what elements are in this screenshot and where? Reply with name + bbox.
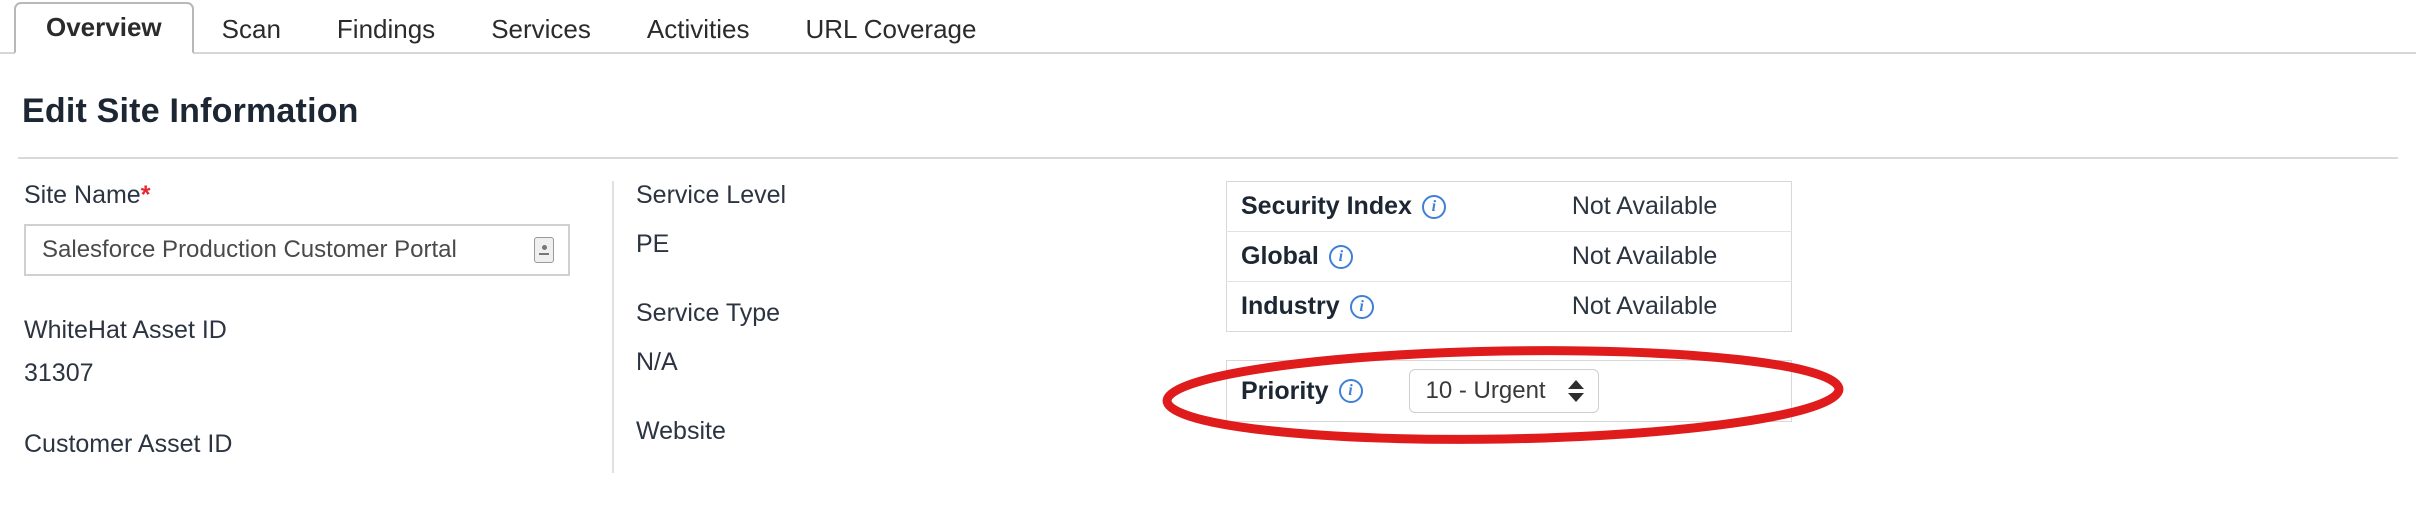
table-row: Global i Not Available bbox=[1226, 232, 1792, 282]
metric-value-industry: Not Available bbox=[1571, 292, 1718, 320]
whitehat-asset-id-value: 31307 bbox=[24, 359, 94, 387]
service-level-field: Service Level PE bbox=[636, 181, 1202, 259]
left-column: Site Name* WhiteHat Asset ID 31307 Custo… bbox=[0, 181, 612, 473]
tab-findings-label: Findings bbox=[336, 14, 436, 44]
metric-label-security-index: Security Index i bbox=[1227, 182, 1532, 232]
website-label: Website bbox=[636, 417, 726, 445]
priority-row: Priority i 10 - Urgent bbox=[1162, 346, 1844, 444]
tab-overview-label: Overview bbox=[46, 12, 162, 42]
tab-services-label: Services bbox=[491, 14, 591, 44]
priority-label: Priority bbox=[1241, 376, 1329, 405]
metric-value-global: Not Available bbox=[1571, 242, 1718, 270]
priority-selected-value: 10 - Urgent bbox=[1425, 377, 1546, 404]
right-column: Security Index i Not Available Global i No… bbox=[1162, 181, 2416, 473]
tab-scan-label: Scan bbox=[221, 14, 281, 44]
tab-activities-label: Activities bbox=[646, 14, 750, 44]
tab-scan[interactable]: Scan bbox=[194, 4, 309, 54]
tab-url-coverage[interactable]: URL Coverage bbox=[777, 4, 1004, 54]
site-name-label-text: Site Name bbox=[24, 181, 141, 209]
metric-label-industry-text: Industry bbox=[1241, 292, 1340, 320]
tab-url-coverage-label: URL Coverage bbox=[805, 14, 977, 44]
info-circle-icon[interactable]: i bbox=[1349, 295, 1374, 320]
metric-label-global: Global i bbox=[1227, 232, 1532, 282]
service-level-label: Service Level bbox=[636, 181, 787, 209]
table-row: Security Index i Not Available bbox=[1226, 182, 1792, 232]
middle-column: Service Level PE Service Type N/A Websit… bbox=[612, 181, 1202, 473]
table-row: Industry i Not Available bbox=[1227, 282, 1792, 332]
resize-handle-icon[interactable] bbox=[534, 237, 554, 263]
site-name-label: Site Name* bbox=[24, 181, 612, 210]
required-asterisk: * bbox=[140, 181, 151, 209]
metric-label-security-index-text: Security Index bbox=[1241, 192, 1412, 220]
tab-overview[interactable]: Overview bbox=[14, 2, 194, 54]
site-name-input-wrapper[interactable] bbox=[24, 224, 570, 276]
metric-label-industry: Industry i bbox=[1227, 282, 1532, 332]
site-name-input[interactable] bbox=[26, 226, 496, 274]
tab-findings[interactable]: Findings bbox=[309, 4, 463, 54]
page-title: Edit Site Information bbox=[22, 92, 359, 130]
tab-bar: Overview Scan Findings Services Activiti… bbox=[0, 0, 2416, 54]
info-circle-icon[interactable]: i bbox=[1328, 245, 1353, 270]
priority-select[interactable]: 10 - Urgent bbox=[1408, 369, 1599, 413]
edit-site-information-page: Overview Scan Findings Services Activiti… bbox=[0, 0, 2416, 517]
service-type-value: N/A bbox=[636, 348, 678, 376]
tab-services[interactable]: Services bbox=[463, 4, 619, 54]
whitehat-asset-id-label: WhiteHat Asset ID bbox=[24, 316, 227, 344]
info-circle-icon[interactable]: i bbox=[1421, 195, 1446, 220]
info-circle-icon[interactable]: i bbox=[1338, 379, 1363, 403]
service-type-label: Service Type bbox=[636, 299, 781, 327]
form-columns: Site Name* WhiteHat Asset ID 31307 Custo… bbox=[0, 159, 2416, 473]
customer-asset-id-label: Customer Asset ID bbox=[24, 430, 233, 458]
metrics-table: Security Index i Not Available Global i No… bbox=[1226, 181, 1792, 332]
tab-activities[interactable]: Activities bbox=[619, 4, 778, 54]
metric-value-security-index: Not Available bbox=[1571, 192, 1718, 220]
service-level-value: PE bbox=[636, 230, 670, 258]
chevron-updown-icon[interactable] bbox=[1567, 380, 1584, 402]
metric-label-global-text: Global bbox=[1241, 242, 1319, 270]
service-type-field: Service Type N/A bbox=[636, 299, 1202, 377]
